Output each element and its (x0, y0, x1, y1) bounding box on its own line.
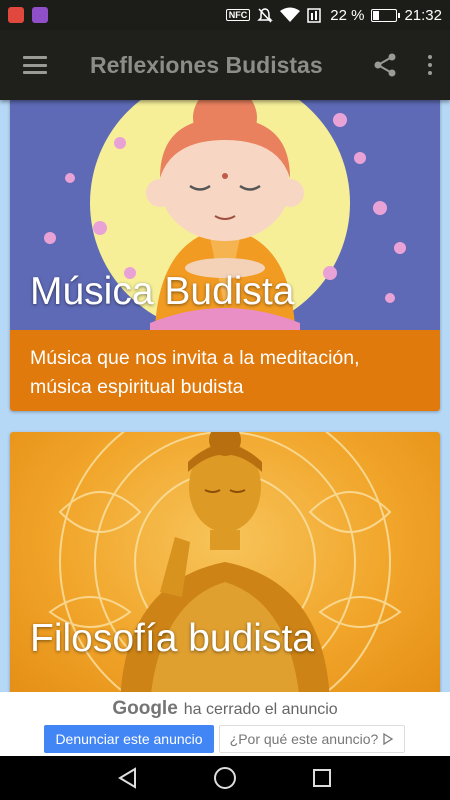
card-musica-budista[interactable]: Música Budista Música que nos invita a l… (10, 100, 440, 411)
more-options-button[interactable] (410, 30, 450, 100)
home-icon (213, 767, 236, 789)
back-button[interactable] (108, 758, 148, 798)
adchoices-icon (383, 733, 394, 745)
share-icon (374, 53, 396, 77)
google-logo: Google (112, 698, 178, 719)
report-ad-button[interactable]: Denunciar este anuncio (44, 725, 214, 753)
battery-icon (371, 8, 401, 22)
card-image-buddha-cartoon: Música Budista (10, 100, 440, 330)
content-list[interactable]: Música Budista Música que nos invita a l… (0, 100, 450, 692)
app-notification-icon (32, 7, 48, 23)
why-this-ad-button[interactable]: ¿Por qué este anuncio? (219, 725, 405, 753)
ad-closed-message: Google ha cerrado el anuncio (0, 698, 450, 720)
back-icon (118, 767, 137, 789)
mail-notification-icon (8, 7, 24, 23)
why-this-ad-label: ¿Por qué este anuncio? (229, 731, 379, 747)
nfc-icon: NFC (225, 9, 251, 21)
status-bar: NFC 22 % 21:32 (0, 0, 450, 30)
home-button[interactable] (205, 758, 245, 798)
system-nav-bar (0, 756, 450, 800)
more-vert-icon (428, 55, 432, 75)
menu-button[interactable] (0, 30, 70, 100)
app-title: Reflexiones Budistas (90, 51, 323, 78)
signal-icon (307, 8, 321, 23)
card-description: Música que nos invita a la meditación, m… (10, 330, 440, 411)
mute-icon (257, 8, 274, 23)
wifi-icon (280, 7, 301, 22)
clock: 21:32 (404, 6, 442, 24)
card-image-buddha-statue: Filosofía budista (10, 432, 440, 692)
app-bar: Reflexiones Budistas (0, 30, 450, 100)
ad-closed-text: ha cerrado el anuncio (183, 701, 338, 718)
share-button[interactable] (360, 30, 410, 100)
card-title: Música Budista (30, 270, 295, 313)
recents-button[interactable] (302, 758, 342, 798)
battery-percent: 22 % (330, 6, 365, 24)
card-title: Filosofía budista (30, 617, 314, 660)
card-filosofia-budista[interactable]: Filosofía budista (10, 432, 440, 692)
ad-banner: Google ha cerrado el anuncio Denunciar es… (0, 692, 450, 756)
recents-icon (312, 769, 331, 787)
hamburger-icon (23, 56, 47, 74)
